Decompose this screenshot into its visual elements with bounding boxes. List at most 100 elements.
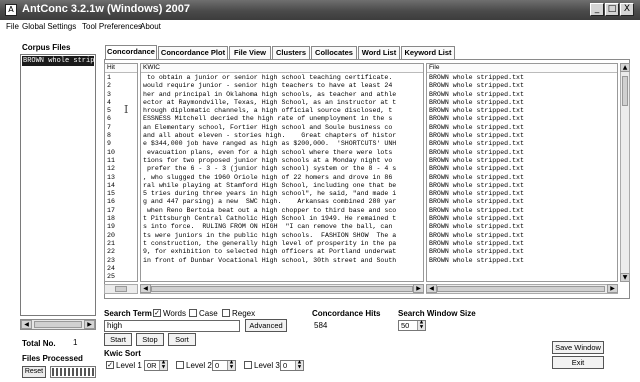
menu-about[interactable]: About <box>140 22 161 31</box>
file-row[interactable]: BROWN whole stripped.txt <box>427 215 617 223</box>
kwic-horizontal-scrollbar[interactable]: ◀ ▶ <box>140 284 424 294</box>
level3-checkbox[interactable] <box>244 361 252 369</box>
file-row[interactable]: BROWN whole stripped.txt <box>427 140 617 148</box>
scroll-up-icon[interactable]: ▲ <box>620 63 630 72</box>
file-row[interactable]: BROWN whole stripped.txt <box>427 182 617 190</box>
search-window-size-input[interactable]: 50 ▲ ▼ <box>398 320 426 331</box>
hit-row[interactable]: 18 <box>105 215 137 223</box>
scroll-left-icon[interactable]: ◀ <box>426 284 437 293</box>
level2-spinner[interactable]: 0 ▲ ▼ <box>212 360 236 371</box>
search-term-input[interactable]: high <box>104 320 240 332</box>
kwic-row[interactable]: t Pittsburgh Central Catholic High Schoo… <box>141 215 423 223</box>
kwic-column[interactable]: KWIC to obtain a junior or senior high s… <box>140 63 424 282</box>
menu-tool-preferences[interactable]: Tool Preferences <box>82 22 142 31</box>
spinner-arrows-icon[interactable]: ▲ ▼ <box>159 360 167 370</box>
file-row[interactable]: BROWN whole stripped.txt <box>427 157 617 165</box>
kwic-row[interactable]: in front of Dunbar Vocational High schoo… <box>141 257 423 265</box>
case-checkbox[interactable] <box>189 309 197 317</box>
hit-row[interactable]: 2 <box>105 82 137 90</box>
level1-spinner[interactable]: 0R ▲ ▼ <box>144 360 168 371</box>
file-row[interactable]: BROWN whole stripped.txt <box>427 82 617 90</box>
level1-checkbox[interactable]: ✓ <box>106 361 114 369</box>
file-row[interactable]: BROWN whole stripped.txt <box>427 240 617 248</box>
file-column[interactable]: File BROWN whole stripped.txt BROWN whole… <box>426 63 618 282</box>
kwic-row[interactable]: ts were juniors in the public high schoo… <box>141 232 423 240</box>
hit-column[interactable]: Hit 1 2 3 4 5 6 7 8 9 10 11 12 13 14 15 16 17 18 19 20 21 22 2… <box>104 63 138 282</box>
kwic-row[interactable]: 5 tries during three years in high schoo… <box>141 190 423 198</box>
spinner-arrows-icon[interactable]: ▲ ▼ <box>417 320 425 330</box>
tab-keyword-list[interactable]: Keyword List <box>401 46 455 59</box>
kwic-row[interactable]: when Reno Bertoia beat out a high choppe… <box>141 207 423 215</box>
regex-checkbox[interactable] <box>222 309 230 317</box>
menu-global-settings[interactable]: Global Settings <box>22 22 76 31</box>
file-row[interactable]: BROWN whole stripped.txt <box>427 232 617 240</box>
hit-row[interactable]: 9 <box>105 140 137 148</box>
kwic-row[interactable]: s into force. RULING FROM ON HIGH "I can… <box>141 223 423 231</box>
hit-row[interactable]: 19 <box>105 223 137 231</box>
scroll-thumb[interactable] <box>437 286 605 292</box>
file-row[interactable]: BROWN whole stripped.txt <box>427 223 617 231</box>
kwic-row[interactable]: 9, for exhibition to selected high offic… <box>141 248 423 256</box>
close-button[interactable]: X <box>620 3 634 16</box>
scroll-left-icon[interactable]: ◀ <box>140 284 151 293</box>
file-row[interactable]: BROWN whole stripped.txt <box>427 115 617 123</box>
hit-row[interactable]: 24 <box>105 265 137 273</box>
file-row[interactable]: BROWN whole stripped.txt <box>427 248 617 256</box>
kwic-row[interactable]: an Elementary school, Fortier High schoo… <box>141 124 423 132</box>
sort-button[interactable]: Sort <box>168 333 196 346</box>
file-row[interactable]: BROWN whole stripped.txt <box>427 132 617 140</box>
kwic-row[interactable]: her and principal in Oklahoma high schoo… <box>141 91 423 99</box>
results-vertical-scrollbar[interactable]: ▲ ▼ <box>620 63 630 282</box>
hit-row[interactable]: 3 <box>105 91 137 99</box>
kwic-row[interactable]: would require junior - senior high teach… <box>141 82 423 90</box>
corpus-list-scrollbar[interactable]: ◀ ▶ <box>20 319 96 330</box>
hit-row[interactable]: 11 <box>105 157 137 165</box>
hit-row[interactable]: 7 <box>105 124 137 132</box>
scroll-down-icon[interactable]: ▼ <box>620 273 630 282</box>
hit-row[interactable]: 4 <box>105 99 137 107</box>
hit-row[interactable]: 13 <box>105 174 137 182</box>
corpus-file-item[interactable]: BROWN whole stripp <box>22 56 94 66</box>
hit-row[interactable]: 25 <box>105 273 137 281</box>
kwic-row[interactable]: to obtain a junior or senior high school… <box>141 74 423 82</box>
tab-concordance-plot[interactable]: Concordance Plot <box>158 46 228 59</box>
kwic-row[interactable]: t construction, the generally high level… <box>141 240 423 248</box>
tab-file-view[interactable]: File View <box>229 46 271 59</box>
scroll-right-icon[interactable]: ▶ <box>84 320 95 329</box>
hit-horizontal-scrollbar[interactable] <box>104 284 138 294</box>
start-button[interactable]: Start <box>104 333 132 346</box>
file-row[interactable]: BROWN whole stripped.txt <box>427 107 617 115</box>
file-row[interactable]: BROWN whole stripped.txt <box>427 91 617 99</box>
hit-row[interactable]: 22 <box>105 248 137 256</box>
kwic-row[interactable]: and all about eleven - stories high. Gre… <box>141 132 423 140</box>
spinner-arrows-icon[interactable]: ▲ ▼ <box>227 360 235 370</box>
hit-row[interactable]: 16 <box>105 198 137 206</box>
scroll-thumb[interactable] <box>622 76 628 106</box>
level3-spinner[interactable]: 0 ▲ ▼ <box>280 360 304 371</box>
file-row[interactable]: BROWN whole stripped.txt <box>427 257 617 265</box>
hit-row[interactable]: 12 <box>105 165 137 173</box>
file-row[interactable]: BROWN whole stripped.txt <box>427 190 617 198</box>
hit-row[interactable]: 6 <box>105 115 137 123</box>
level2-checkbox[interactable] <box>176 361 184 369</box>
tab-collocates[interactable]: Collocates <box>311 46 357 59</box>
save-window-button[interactable]: Save Window <box>552 341 604 354</box>
kwic-row[interactable]: tions for two proposed junior high schoo… <box>141 157 423 165</box>
hit-row[interactable]: 8 <box>105 132 137 140</box>
hit-row[interactable]: 20 <box>105 232 137 240</box>
spinner-arrows-icon[interactable]: ▲ ▼ <box>295 360 303 370</box>
hit-row[interactable]: 14 <box>105 182 137 190</box>
advanced-button[interactable]: Advanced <box>245 319 287 332</box>
kwic-row[interactable]: , who slugged the 1960 Oriole high of 22… <box>141 174 423 182</box>
words-checkbox[interactable]: ✓ <box>153 309 161 317</box>
kwic-row[interactable]: ESSNESS Mitchell decried the high rate o… <box>141 115 423 123</box>
kwic-row[interactable]: ector at Raymondville, Texas, High Schoo… <box>141 99 423 107</box>
file-row[interactable]: BROWN whole stripped.txt <box>427 174 617 182</box>
file-horizontal-scrollbar[interactable]: ◀ ▶ <box>426 284 618 294</box>
kwic-row[interactable]: prefer the 6 - 3 - 3 (junior high school… <box>141 165 423 173</box>
hit-row[interactable]: 15 <box>105 190 137 198</box>
scroll-left-icon[interactable]: ◀ <box>21 320 32 329</box>
hit-row[interactable]: 23 <box>105 257 137 265</box>
kwic-row[interactable]: evacuation plans, even for a high school… <box>141 149 423 157</box>
hit-row[interactable]: 21 <box>105 240 137 248</box>
